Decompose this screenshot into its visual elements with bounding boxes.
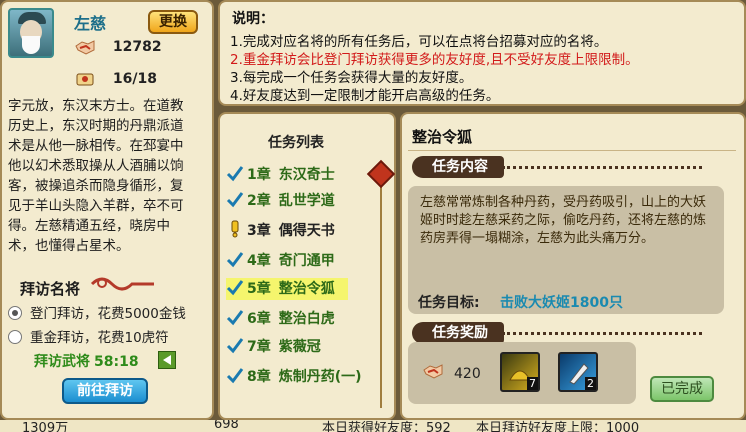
hero-portrait [8, 8, 54, 58]
reward-box: 420 7 2 [408, 342, 636, 404]
task-name: 乱世学道 [278, 193, 335, 209]
task-description: 左慈常常炼制各种丹药，受丹药吸引，山上的大妖姬时时趁左慈采药之际，偷吃丹药，还将… [420, 195, 707, 246]
task-name: 偶得天书 [278, 223, 335, 239]
task-item[interactable]: 8章 炼制丹药(一) [226, 366, 362, 388]
task-detail-panel: 整治令狐 任务内容 左慈常常炼制各种丹药，受丹药吸引，山上的大妖姬时时趁左慈采药… [400, 112, 746, 420]
task-item[interactable]: 7章 紫薇冠 [226, 336, 348, 358]
check-icon [226, 252, 244, 268]
task-goal-value: 击败大妖姬1800只 [500, 295, 623, 311]
visit-option-gold-label: 登门拜访，花费5000金钱 [30, 306, 186, 322]
task-name: 奇门通甲 [278, 253, 335, 269]
visit-timer: 拜访武将 58:18 [34, 351, 139, 371]
task-name: 整治白虎 [278, 311, 335, 327]
task-goal-label: 任务目标: [418, 295, 480, 311]
task-chapter: 1章 [247, 167, 271, 183]
visit-section-title: 拜访名将 [20, 280, 81, 298]
handshake-icon [75, 40, 95, 55]
check-icon [226, 166, 244, 182]
note-line-2: 2.重金拜访会比登门拜访获得更多的友好度,且不受好友度上限限制。 [230, 52, 639, 68]
task-progress-value: 16/18 [112, 71, 157, 87]
reward-item-lamp-qty: 7 [527, 377, 538, 390]
task-item[interactable]: 6章 整治白虎 [226, 308, 348, 330]
dotted-divider [502, 332, 702, 339]
gold-value: 1309万 [22, 421, 69, 432]
task-name: 炼制丹药(一) [278, 369, 362, 385]
friendship-value: 12782 [112, 39, 162, 55]
task-chapter: 6章 [247, 311, 271, 327]
completed-button[interactable]: 已完成 [650, 376, 714, 402]
visit-option-tiger-label: 重金拜访，花费10虎符 [30, 330, 169, 346]
radio-gold[interactable] [8, 306, 22, 320]
scroll-icon [76, 73, 94, 86]
task-chapter: 5章 [247, 281, 271, 297]
today-limit: 本日拜访好友度上限：1000 [476, 421, 640, 432]
handshake-icon [423, 364, 443, 379]
task-chapter: 8章 [247, 369, 271, 385]
visit-option-gold[interactable]: 登门拜访，花费5000金钱 [8, 302, 186, 322]
task-item[interactable]: 5章 整治令狐 [226, 278, 348, 300]
reward-item-bottle[interactable]: 2 [558, 352, 598, 392]
check-icon [226, 192, 244, 208]
task-item[interactable]: 3章 偶得天书 [226, 220, 348, 242]
cloud-decoration-icon [90, 277, 154, 291]
reward-friendship-value: 420 [454, 366, 481, 382]
dotted-divider [502, 166, 702, 173]
visit-timer-label: 拜访武将 [34, 354, 90, 370]
scroll-thumb-icon[interactable] [366, 159, 396, 189]
today-gain: 本日获得好友度：592 [322, 421, 451, 432]
task-detail-title: 整治令狐 [412, 128, 473, 146]
go-visit-button[interactable]: 前往拜访 [62, 378, 148, 404]
check-icon [226, 310, 244, 326]
timer-arrow-button[interactable] [158, 351, 176, 369]
task-progress-stat: 16/18 [74, 70, 157, 88]
hero-biography: 字元放，东汉末方士。在道教历史上，东汉时期的丹鼎派道术是从他一脉相传。在邳宴中他… [8, 98, 184, 254]
task-list-title: 任务列表 [268, 135, 324, 151]
hero-name: 左慈 [74, 14, 107, 33]
check-icon [226, 338, 244, 354]
task-name: 东汉奇士 [278, 167, 335, 183]
task-list-panel: 任务列表 1章 东汉奇士 2章 乱世学道 3章 偶得天书 4章 奇门通甲 5章 整治令狐 6章 整治白… [218, 112, 396, 420]
note-line-4: 4.好友度达到一定限制才能开启高级的任务。 [230, 88, 500, 104]
status-bar: 1309万 698 本日获得好友度：592 本日拜访好友度上限：1000 [0, 420, 746, 432]
task-item[interactable]: 2章 乱世学道 [226, 190, 348, 212]
check-icon [226, 280, 244, 296]
notes-title: 说明： [232, 11, 274, 27]
reward-item-bottle-qty: 2 [585, 377, 596, 390]
friendship-stat: 12782 [74, 38, 162, 56]
exclamation-icon [231, 220, 239, 238]
hero-panel: 左慈 更换 12782 16/18 字元放，东汉末方士。在道教历史上，东汉时期的… [0, 0, 214, 420]
task-scrollbar[interactable] [380, 172, 382, 408]
task-item[interactable]: 4章 奇门通甲 [226, 250, 348, 272]
check-icon [226, 368, 244, 384]
swap-hero-button[interactable]: 更换 [148, 10, 198, 34]
task-chapter: 3章 [247, 223, 271, 239]
notes-panel: 说明： 1.完成对应名将的所有任务后，可以在点将台招募对应的名将。 2.重金拜访… [218, 0, 746, 106]
divider [408, 150, 736, 151]
visit-option-tiger[interactable]: 重金拜访，花费10虎符 [8, 326, 169, 346]
note-line-1: 1.完成对应名将的所有任务后，可以在点将台招募对应的名将。 [230, 34, 608, 50]
reward-item-lamp[interactable]: 7 [500, 352, 540, 392]
visit-timer-value: 58:18 [94, 354, 139, 370]
task-chapter: 7章 [247, 339, 271, 355]
task-item[interactable]: 1章 东汉奇士 [226, 164, 348, 186]
note-line-3: 3.每完成一个任务会获得大量的友好度。 [230, 70, 473, 86]
task-reward-banner: 任务奖励 [412, 322, 504, 344]
radio-tiger[interactable] [8, 330, 22, 344]
task-content-banner: 任务内容 [412, 156, 504, 178]
token-value: 698 [214, 420, 239, 432]
task-chapter: 4章 [247, 253, 271, 269]
task-name: 整治令狐 [278, 281, 335, 297]
task-name: 紫薇冠 [278, 339, 321, 355]
task-chapter: 2章 [247, 193, 271, 209]
